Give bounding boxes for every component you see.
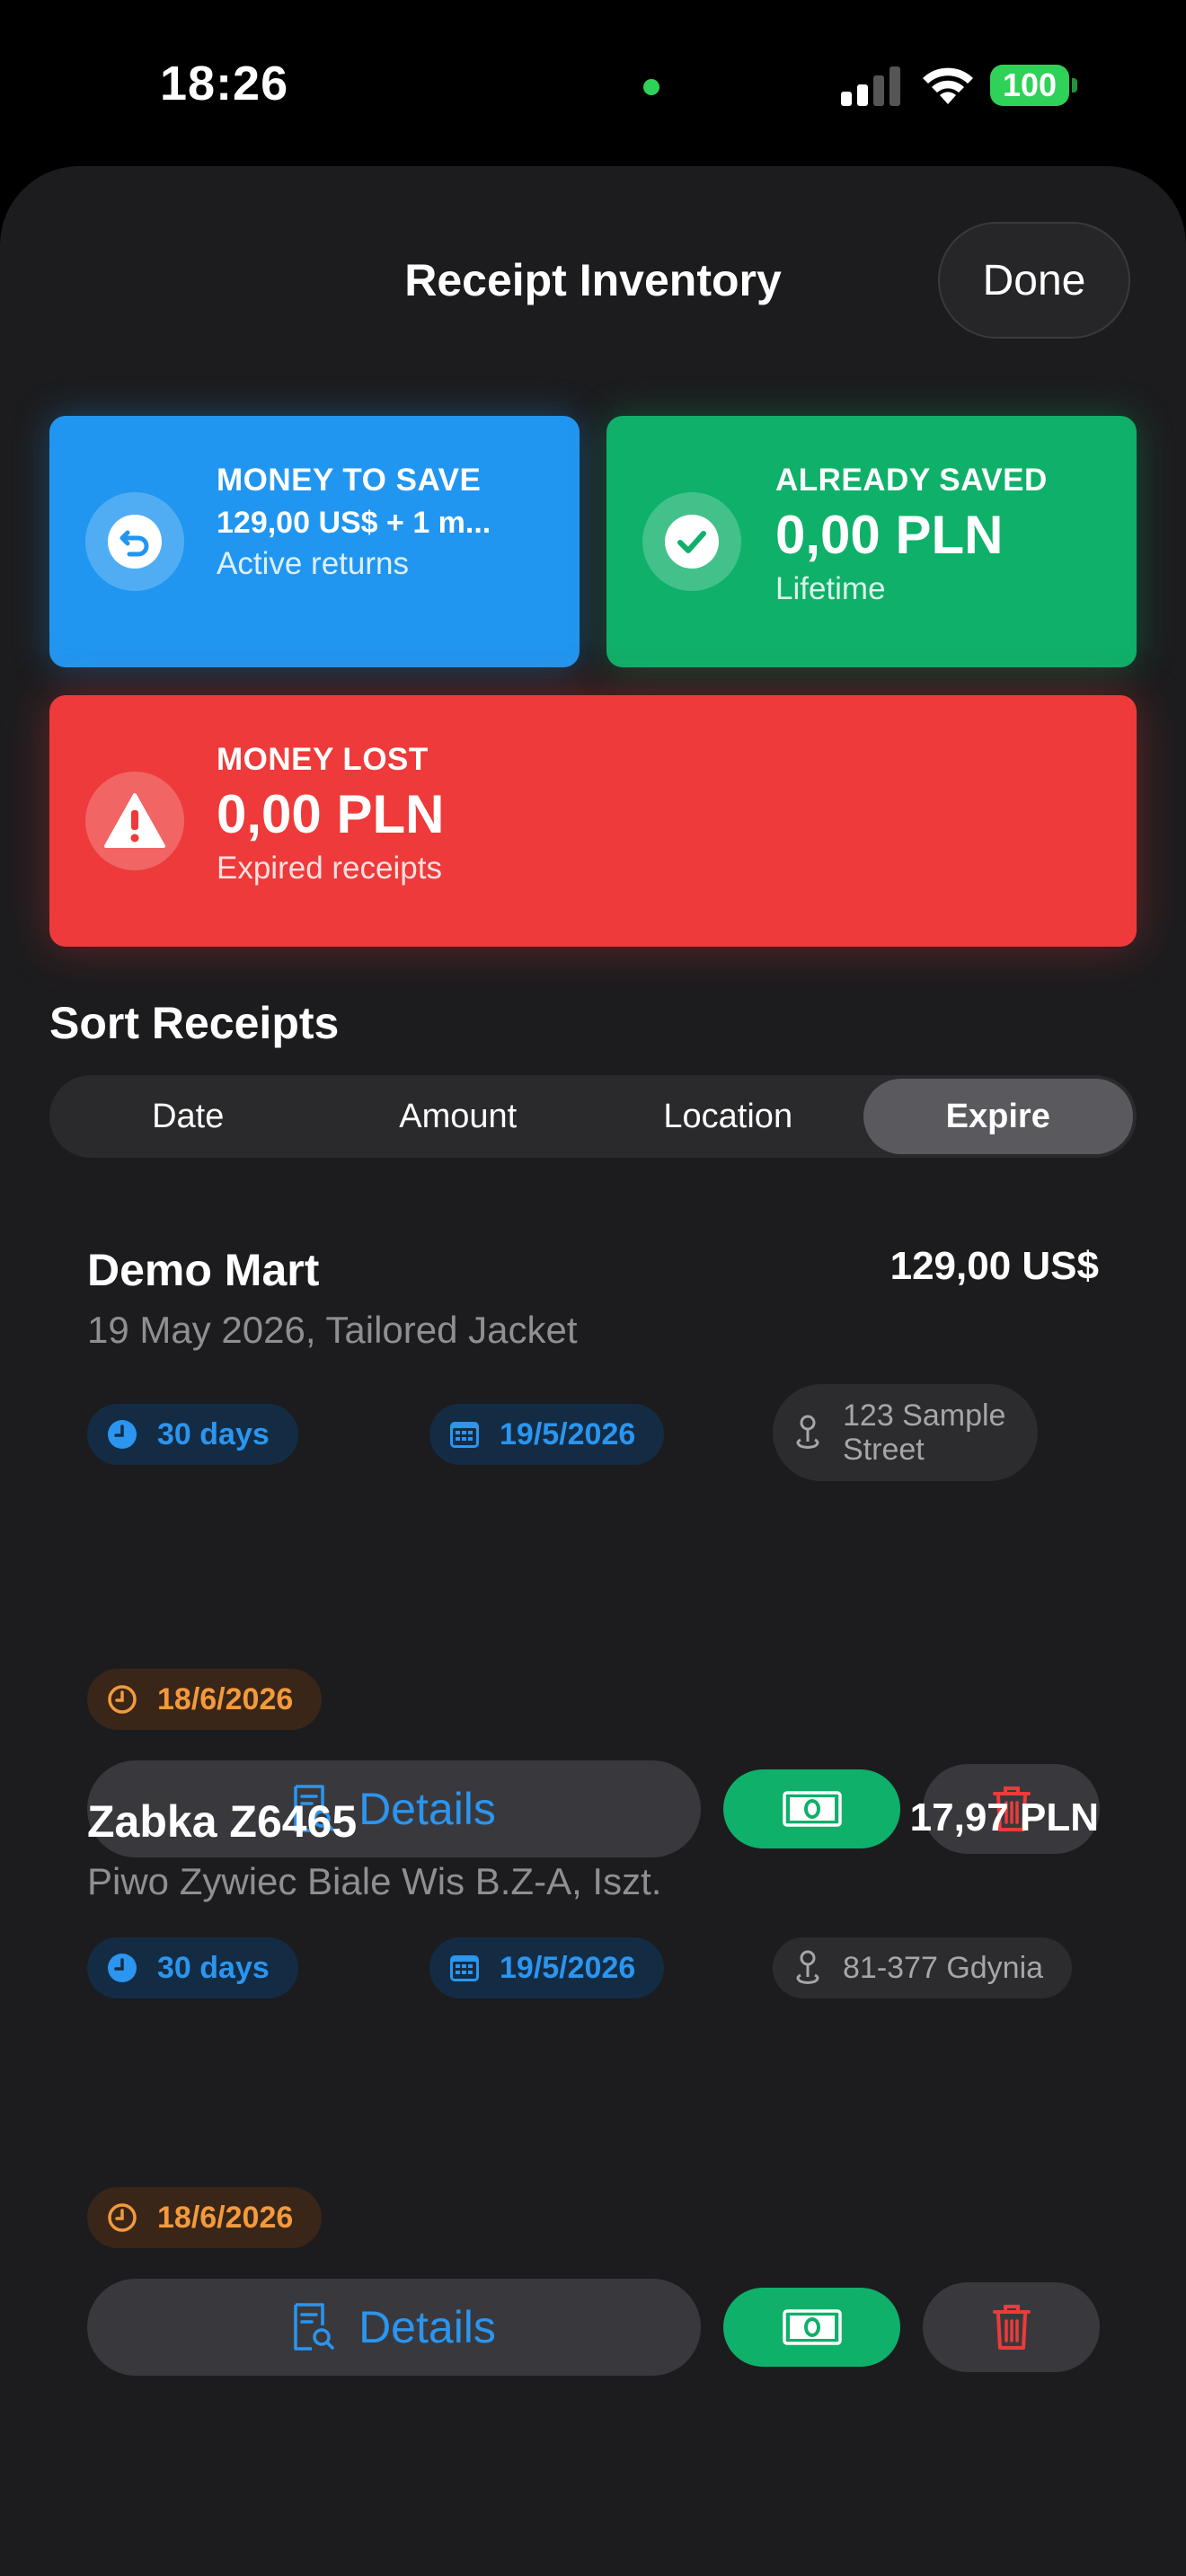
sort-option-expire[interactable]: Expire	[863, 1079, 1133, 1154]
wifi-icon	[923, 67, 973, 104]
receipt-store: Demo Mart	[87, 1245, 320, 1295]
already-saved-value: 0,00 PLN	[775, 505, 1004, 565]
mark-refunded-button[interactable]	[723, 1769, 900, 1848]
money-lost-card[interactable]: MONEY LOST 0,00 PLN Expired receipts	[49, 695, 1137, 947]
checkmark-icon	[642, 492, 741, 591]
clock-icon	[108, 2203, 137, 2232]
expire-date-chip: 18/6/2026	[87, 2187, 323, 2248]
receipt-store: Zabka Z6465	[87, 1796, 358, 1847]
money-lost-value: 0,00 PLN	[217, 784, 445, 844]
return-window-chip: 30 days	[87, 1404, 298, 1465]
map-pin-icon	[796, 1950, 819, 1984]
warning-icon	[85, 772, 184, 870]
sort-option-date[interactable]: Date	[53, 1079, 323, 1154]
map-pin-icon	[796, 1415, 819, 1449]
return-arrow-icon	[85, 492, 184, 591]
receipt-description: 19 May 2026, Tailored Jacket	[87, 1309, 578, 1351]
location-line-1: 81-377 Gdynia	[843, 1951, 1044, 1985]
trash-icon	[992, 2305, 1031, 2350]
money-to-save-label: MONEY TO SAVE	[217, 463, 482, 498]
sort-segmented-control: Date Amount Location Expire	[49, 1075, 1137, 1158]
money-lost-label: MONEY LOST	[217, 742, 429, 777]
receipt-inventory-sheet: Receipt Inventory Done MONEY TO SAVE 129…	[0, 166, 1186, 2576]
status-bar: 18:26 100	[0, 0, 1186, 166]
details-label: Details	[358, 2302, 496, 2352]
receipt-search-icon	[294, 2303, 334, 2351]
battery-icon: 100	[990, 65, 1077, 106]
money-to-save-value: 129,00 US$ + 1 m...	[217, 506, 491, 540]
details-label: Details	[358, 1784, 496, 1834]
return-window-text: 30 days	[157, 1950, 270, 1985]
cellular-signal-icon	[841, 66, 900, 106]
calendar-icon	[450, 1422, 479, 1448]
done-button[interactable]: Done	[938, 222, 1130, 339]
purchase-date-text: 19/5/2026	[500, 1416, 636, 1451]
expire-date-text: 18/6/2026	[157, 1681, 294, 1716]
sort-title: Sort Receipts	[49, 998, 340, 1048]
receipt-description: Piwo Zywiec Biale Wis B.Z-A, Iszt.	[87, 1860, 662, 1902]
already-saved-sub: Lifetime	[775, 571, 886, 606]
location-chip[interactable]: 123 Sample Street	[773, 1384, 1039, 1481]
location-line-2: Street	[843, 1433, 925, 1467]
banknote-icon	[782, 1791, 842, 1827]
return-window-text: 30 days	[157, 1416, 270, 1451]
receipt-amount: 17,97 PLN	[909, 1795, 1099, 1839]
banknote-icon	[782, 2309, 842, 2345]
money-lost-sub: Expired receipts	[217, 851, 442, 886]
calendar-icon	[450, 1955, 479, 1981]
clock-icon	[108, 1420, 137, 1449]
details-button[interactable]: Details	[87, 2279, 701, 2376]
clock-icon	[108, 1954, 137, 1982]
delete-button[interactable]	[923, 2282, 1100, 2372]
purchase-date-text: 19/5/2026	[500, 1950, 636, 1985]
expire-date-chip: 18/6/2026	[87, 1669, 323, 1730]
mark-refunded-button[interactable]	[723, 2288, 900, 2367]
return-window-chip: 30 days	[87, 1937, 298, 1998]
expire-date-text: 18/6/2026	[157, 2200, 294, 2235]
location-chip[interactable]: 81-377 Gdynia	[773, 1937, 1073, 1998]
clock-icon	[108, 1685, 137, 1714]
sort-option-location[interactable]: Location	[593, 1079, 863, 1154]
money-to-save-card[interactable]: MONEY TO SAVE 129,00 US$ + 1 m... Active…	[49, 416, 580, 667]
sort-option-amount[interactable]: Amount	[323, 1079, 594, 1154]
location-line-1: 123 Sample	[843, 1398, 1006, 1433]
receipt-amount: 129,00 US$	[890, 1244, 1099, 1288]
money-to-save-sub: Active returns	[217, 546, 409, 581]
camera-indicator-dot	[643, 79, 659, 95]
already-saved-label: ALREADY SAVED	[775, 463, 1048, 498]
status-time: 18:26	[160, 57, 289, 110]
purchase-date-chip: 19/5/2026	[429, 1404, 665, 1465]
already-saved-card[interactable]: ALREADY SAVED 0,00 PLN Lifetime	[606, 416, 1137, 667]
purchase-date-chip: 19/5/2026	[429, 1937, 665, 1998]
